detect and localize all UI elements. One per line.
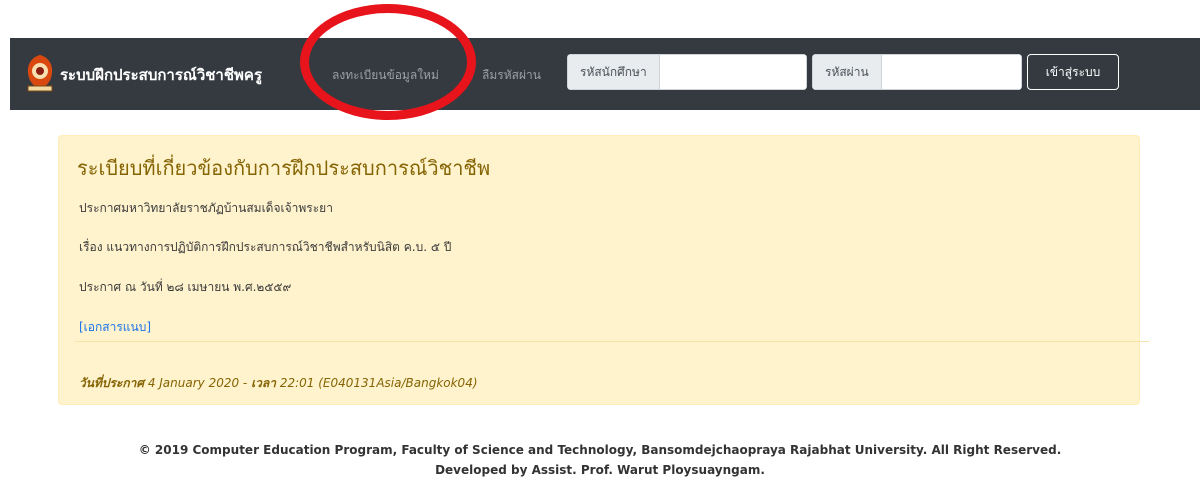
announcement-date: วันที่ประกาศ 4 January 2020 - เวลา 22:01… — [79, 374, 478, 393]
password-label: รหัสผ่าน — [812, 54, 882, 90]
student-id-input[interactable] — [659, 54, 807, 90]
divider — [75, 341, 1149, 342]
password-input[interactable] — [881, 54, 1022, 90]
top-navbar: ระบบฝึกประสบการณ์วิชาชีพครู ลงทะเบียนข้อ… — [10, 38, 1200, 110]
university-seal-logo[interactable] — [24, 53, 56, 93]
password-group: รหัสผ่าน — [812, 54, 1022, 90]
time-label: เวลา — [251, 376, 277, 390]
announcement-line: เรื่อง แนวทางการปฏิบัติการฝึกประสบการณ์ว… — [79, 240, 452, 254]
time-value: 22:01 (E040131Asia/Bangkok04) — [279, 376, 478, 390]
date-label: วันที่ประกาศ — [79, 376, 144, 390]
announcement-line: ประกาศมหาวิทยาลัยราชภัฏบ้านสมเด็จเจ้าพระ… — [79, 201, 333, 215]
forgot-password-link[interactable]: ลืมรหัสผ่าน — [482, 66, 541, 85]
page-footer: © 2019 Computer Education Program, Facul… — [0, 440, 1200, 480]
announcement-line: ประกาศ ณ วันที่ ๒๘ เมษายน พ.ศ.๒๕๕๙ — [79, 280, 292, 294]
register-link[interactable]: ลงทะเบียนข้อมูลใหม่ — [332, 66, 439, 85]
date-value: 4 January 2020 - — [147, 376, 252, 390]
login-button[interactable]: เข้าสู่ระบบ — [1027, 54, 1119, 90]
site-brand[interactable]: ระบบฝึกประสบการณ์วิชาชีพครู — [60, 63, 262, 87]
announcement-title: ระเบียบที่เกี่ยวข้องกับการฝึกประสบการณ์ว… — [77, 156, 491, 180]
developer-credit: Developed by Assist. Prof. Warut Ploysua… — [435, 463, 765, 477]
attachment-link[interactable]: [เอกสารแนบ] — [79, 318, 151, 337]
announcement-box: ระเบียบที่เกี่ยวข้องกับการฝึกประสบการณ์ว… — [58, 135, 1149, 405]
student-id-label: รหัสนักศึกษา — [567, 54, 660, 90]
copyright-text: © 2019 Computer Education Program, Facul… — [138, 443, 1062, 457]
student-id-group: รหัสนักศึกษา — [567, 54, 807, 90]
